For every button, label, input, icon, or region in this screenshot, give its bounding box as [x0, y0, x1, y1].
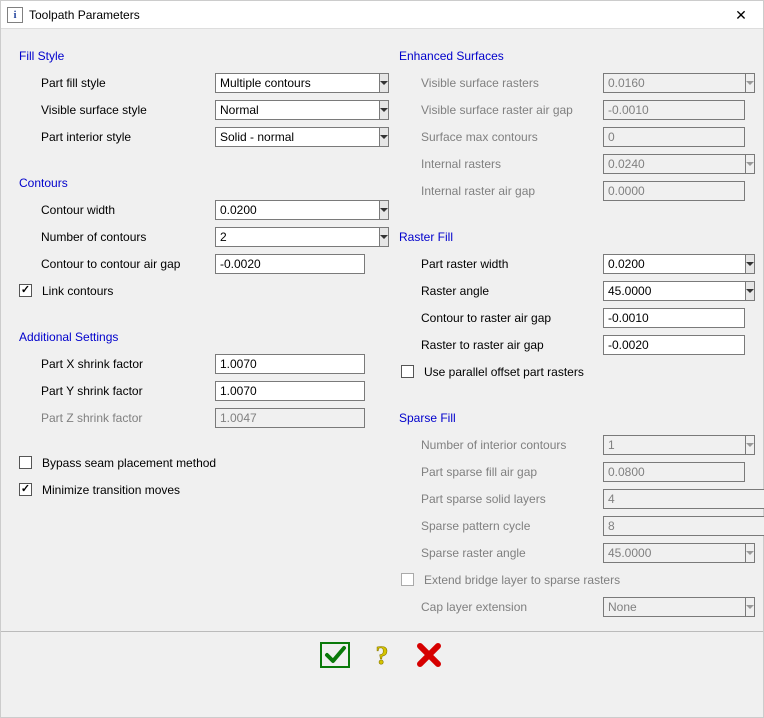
label-part-y: Part Y shrink factor [19, 384, 215, 398]
input-number-of-contours[interactable] [215, 227, 365, 247]
input-part-x[interactable] [215, 354, 365, 374]
checkbox-parallel-offset[interactable] [401, 365, 414, 378]
footer-toolbar: ? [1, 631, 763, 672]
input-sparse-raster-angle [603, 543, 745, 563]
checkbox-link-contours[interactable] [19, 284, 32, 297]
section-raster-fill: Raster Fill [399, 230, 745, 244]
section-contours: Contours [19, 176, 379, 190]
chevron-down-icon [745, 543, 755, 563]
input-contour-width[interactable] [215, 200, 365, 220]
chevron-down-icon [745, 435, 755, 455]
chevron-down-icon[interactable] [379, 100, 389, 120]
input-part-z [215, 408, 365, 428]
combo-part-fill-style[interactable] [215, 73, 365, 93]
input-raster-width[interactable] [603, 254, 745, 274]
label-raster-raster-gap: Raster to raster air gap [399, 338, 603, 352]
chevron-down-icon[interactable] [379, 127, 389, 147]
input-sparse-air-gap [603, 462, 745, 482]
chevron-down-icon [745, 154, 755, 174]
chevron-down-icon[interactable] [379, 73, 389, 93]
checkbox-extend-bridge [401, 573, 414, 586]
section-additional: Additional Settings [19, 330, 379, 344]
chevron-down-icon [745, 597, 755, 617]
label-bypass-seam: Bypass seam placement method [42, 456, 216, 470]
label-link-contours: Link contours [42, 284, 113, 298]
input-vis-rasters [603, 73, 745, 93]
input-solid-layers [603, 489, 745, 509]
input-internal-air-gap [603, 181, 745, 201]
label-internal-air-gap: Internal raster air gap [399, 184, 603, 198]
input-contour-air-gap[interactable] [215, 254, 365, 274]
label-max-contours: Surface max contours [399, 130, 603, 144]
label-contour-air-gap: Contour to contour air gap [19, 257, 215, 271]
input-part-y[interactable] [215, 381, 365, 401]
label-internal-rasters: Internal rasters [399, 157, 603, 171]
label-raster-angle: Raster angle [399, 284, 603, 298]
label-vis-rasters: Visible surface rasters [399, 76, 603, 90]
input-internal-rasters [603, 154, 745, 174]
input-vis-air-gap [603, 100, 745, 120]
label-extend-bridge: Extend bridge layer to sparse rasters [424, 573, 620, 587]
combo-visible-surface-style[interactable] [215, 100, 365, 120]
label-solid-layers: Part sparse solid layers [399, 492, 603, 506]
label-raster-width: Part raster width [399, 257, 603, 271]
label-interior-contours: Number of interior contours [399, 438, 603, 452]
input-interior-contours [603, 435, 745, 455]
label-sparse-raster-angle: Sparse raster angle [399, 546, 603, 560]
input-pattern-cycle [603, 516, 745, 536]
label-contour-raster-gap: Contour to raster air gap [399, 311, 603, 325]
input-raster-raster-gap[interactable] [603, 335, 745, 355]
section-sparse-fill: Sparse Fill [399, 411, 745, 425]
label-part-z: Part Z shrink factor [19, 411, 215, 425]
section-fill-style: Fill Style [19, 49, 379, 63]
label-contour-width: Contour width [19, 203, 215, 217]
label-pattern-cycle: Sparse pattern cycle [399, 519, 603, 533]
label-parallel-offset: Use parallel offset part rasters [424, 365, 584, 379]
label-visible-surface-style: Visible surface style [19, 103, 215, 117]
input-raster-angle[interactable] [603, 281, 745, 301]
chevron-down-icon [745, 73, 755, 93]
help-button[interactable]: ? [362, 640, 402, 672]
window-title: Toolpath Parameters [29, 8, 140, 22]
input-max-contours [603, 127, 745, 147]
chevron-down-icon[interactable] [745, 281, 755, 301]
combo-part-interior-style-value[interactable] [215, 127, 379, 147]
label-cap-extension: Cap layer extension [399, 600, 603, 614]
title-bar: i Toolpath Parameters ✕ [1, 1, 763, 29]
input-cap-extension [603, 597, 745, 617]
label-part-fill-style: Part fill style [19, 76, 215, 90]
checkbox-bypass-seam[interactable] [19, 456, 32, 469]
label-number-of-contours: Number of contours [19, 230, 215, 244]
label-vis-air-gap: Visible surface raster air gap [399, 103, 603, 117]
combo-part-fill-style-value[interactable] [215, 73, 379, 93]
chevron-down-icon[interactable] [745, 254, 755, 274]
label-sparse-air-gap: Part sparse fill air gap [399, 465, 603, 479]
ok-button[interactable] [315, 640, 355, 672]
input-contour-raster-gap[interactable] [603, 308, 745, 328]
label-part-interior-style: Part interior style [19, 130, 215, 144]
app-icon: i [7, 7, 23, 23]
cancel-button[interactable] [409, 640, 449, 672]
svg-text:?: ? [376, 641, 389, 670]
close-button[interactable]: ✕ [719, 1, 763, 29]
checkbox-minimize-transition[interactable] [19, 483, 32, 496]
combo-part-interior-style[interactable] [215, 127, 365, 147]
label-minimize-transition: Minimize transition moves [42, 483, 180, 497]
chevron-down-icon[interactable] [379, 227, 389, 247]
combo-visible-surface-style-value[interactable] [215, 100, 379, 120]
section-enhanced-surfaces: Enhanced Surfaces [399, 49, 745, 63]
chevron-down-icon[interactable] [379, 200, 389, 220]
label-part-x: Part X shrink factor [19, 357, 215, 371]
